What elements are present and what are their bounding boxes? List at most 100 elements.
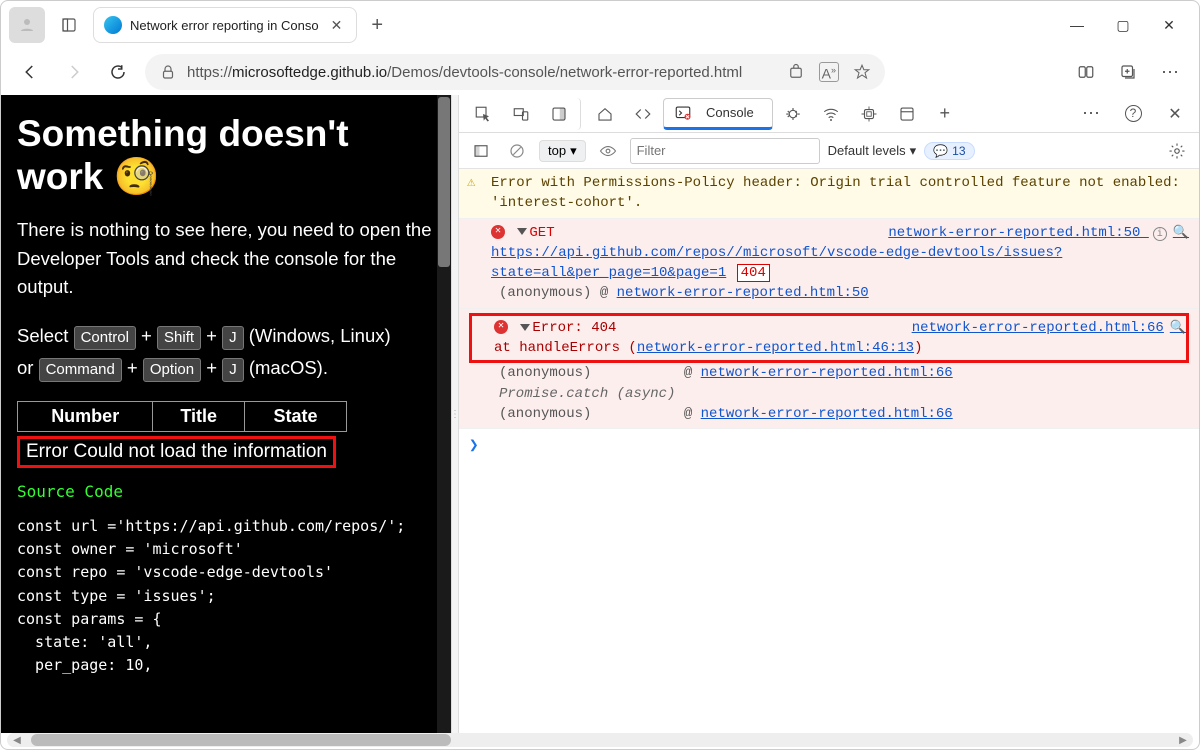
- window-controls: — ▢ ✕: [1055, 9, 1191, 41]
- ellipsis-icon: ⋯: [1082, 103, 1100, 124]
- shopping-icon[interactable]: [787, 63, 805, 81]
- console-warning-row[interactable]: Error with Permissions-Policy header: Or…: [459, 169, 1199, 219]
- maximize-button[interactable]: ▢: [1101, 9, 1145, 41]
- page-lead: There is nothing to see here, you need t…: [17, 216, 435, 302]
- viewport-horizontal-scrollbar[interactable]: ◀ ▶: [7, 733, 1193, 747]
- app-icon: [898, 105, 916, 123]
- scroll-thumb[interactable]: [31, 734, 451, 746]
- toggle-sidebar-button[interactable]: [467, 137, 495, 165]
- error-icon: ✕: [491, 225, 505, 239]
- device-emulation-button[interactable]: [503, 98, 539, 130]
- th-state: State: [245, 401, 347, 431]
- tab-application[interactable]: [889, 98, 925, 130]
- txt: (Windows, Linux): [244, 325, 391, 346]
- tab-welcome[interactable]: [587, 98, 623, 130]
- person-icon: [18, 16, 36, 34]
- browser-tab[interactable]: Network error reporting in Conso ✕: [93, 7, 357, 43]
- inspect-element-button[interactable]: [465, 98, 501, 130]
- help-icon: ?: [1125, 105, 1142, 122]
- kbd-shift: Shift: [157, 326, 201, 350]
- tab-console[interactable]: Console: [663, 98, 773, 130]
- info-icon[interactable]: i: [1153, 227, 1167, 241]
- new-tab-button[interactable]: +: [363, 14, 391, 37]
- devtools-more-button[interactable]: ⋯: [1073, 98, 1109, 130]
- edge-favicon-icon: [104, 16, 122, 34]
- console-settings-button[interactable]: [1163, 137, 1191, 165]
- stack-link[interactable]: network-error-reported.html:66: [701, 406, 953, 422]
- reload-button[interactable]: [101, 55, 135, 89]
- collections-button[interactable]: [1111, 55, 1145, 89]
- clear-console-button[interactable]: [503, 137, 531, 165]
- tab-performance[interactable]: [851, 98, 887, 130]
- profile-avatar[interactable]: [9, 7, 45, 43]
- browser-menu-button[interactable]: ⋯: [1153, 55, 1187, 89]
- src-link-text[interactable]: network-error-reported.html:66: [912, 320, 1164, 336]
- lock-icon: [159, 63, 177, 81]
- console-error-row-1[interactable]: network-error-reported.html:50 i🔍 ✕ GET …: [459, 219, 1199, 309]
- live-expression-button[interactable]: [594, 137, 622, 165]
- search-icon[interactable]: 🔍: [1173, 225, 1189, 240]
- wifi-icon: [822, 105, 840, 123]
- close-window-button[interactable]: ✕: [1147, 9, 1191, 41]
- stack-fn: (anonymous): [499, 406, 591, 422]
- dock-side-button[interactable]: [541, 98, 581, 130]
- split-screen-button[interactable]: [1069, 55, 1103, 89]
- url-path: /Demos/devtools-console/network-error-re…: [387, 64, 742, 81]
- search-icon[interactable]: 🔍: [1170, 320, 1186, 335]
- console-output[interactable]: Error with Permissions-Policy header: Or…: [459, 169, 1199, 733]
- address-bar[interactable]: https://microsoftedge.github.io/Demos/de…: [145, 54, 885, 90]
- stack-close: ): [914, 340, 922, 356]
- reader-mode-icon[interactable]: A»: [819, 62, 839, 83]
- chevron-down-icon: ▾: [570, 143, 577, 159]
- results-table: Number Title State: [17, 401, 347, 432]
- stack-fn: (anonymous): [499, 285, 591, 301]
- console-filter-input[interactable]: [630, 138, 820, 164]
- devtools-splitter[interactable]: ⋮: [451, 95, 459, 733]
- source-code-header: Source Code: [17, 482, 435, 501]
- request-url[interactable]: https://api.github.com/repos//microsoft/…: [491, 245, 1062, 281]
- source-link[interactable]: network-error-reported.html:66 🔍: [912, 318, 1186, 338]
- stack-link[interactable]: network-error-reported.html:66: [701, 365, 953, 381]
- tab-close-button[interactable]: ✕: [327, 17, 347, 34]
- issues-counter[interactable]: 💬 13: [924, 142, 974, 160]
- forward-button: [57, 55, 91, 89]
- source-link[interactable]: network-error-reported.html:50 i 🔍: [888, 223, 1189, 243]
- kbd-option: Option: [143, 358, 201, 382]
- log-levels-selector[interactable]: Default levels▾: [828, 143, 917, 159]
- context-selector[interactable]: top ▾: [539, 140, 586, 162]
- close-icon: ✕: [1168, 104, 1181, 124]
- page-scroll-thumb[interactable]: [438, 97, 450, 267]
- tab-network[interactable]: [813, 98, 849, 130]
- minimize-button[interactable]: —: [1055, 9, 1099, 41]
- src-link-text[interactable]: network-error-reported.html:50: [888, 225, 1140, 241]
- back-button[interactable]: [13, 55, 47, 89]
- workspaces-button[interactable]: [51, 7, 87, 43]
- scroll-right-button[interactable]: ▶: [1175, 733, 1191, 747]
- disclosure-triangle-icon[interactable]: [517, 228, 527, 235]
- context-label: top: [548, 143, 566, 158]
- issues-count: 13: [952, 144, 965, 158]
- page-vertical-scrollbar[interactable]: [437, 95, 451, 733]
- warning-message: Error with Permissions-Policy header: Or…: [469, 173, 1189, 214]
- http-method: GET: [529, 225, 554, 241]
- stack-link[interactable]: network-error-reported.html:46:13: [637, 340, 914, 356]
- txt: +: [201, 325, 222, 346]
- chat-icon: 💬: [933, 144, 948, 158]
- url-host: microsoftedge.github.io: [232, 64, 387, 81]
- error-highlight: network-error-reported.html:66🔍 ✕ Error:…: [469, 313, 1189, 364]
- tab-elements[interactable]: [625, 98, 661, 130]
- tab-add[interactable]: +: [927, 98, 963, 130]
- url-actions: A»: [787, 62, 871, 83]
- devtools-help-button[interactable]: ?: [1115, 98, 1151, 130]
- console-error-row-2[interactable]: network-error-reported.html:66🔍 ✕ Error:…: [459, 309, 1199, 429]
- console-prompt[interactable]: ❯: [459, 429, 1199, 461]
- tab-sources[interactable]: [775, 98, 811, 130]
- disclosure-triangle-icon[interactable]: [520, 324, 530, 331]
- arrow-left-icon: [21, 63, 39, 81]
- scroll-left-button[interactable]: ◀: [9, 733, 25, 747]
- favorite-star-icon[interactable]: [853, 63, 871, 81]
- stack-link[interactable]: network-error-reported.html:50: [617, 285, 869, 301]
- inspect-icon: [474, 105, 492, 123]
- arrow-right-icon: [65, 63, 83, 81]
- devtools-close-button[interactable]: ✕: [1157, 98, 1193, 130]
